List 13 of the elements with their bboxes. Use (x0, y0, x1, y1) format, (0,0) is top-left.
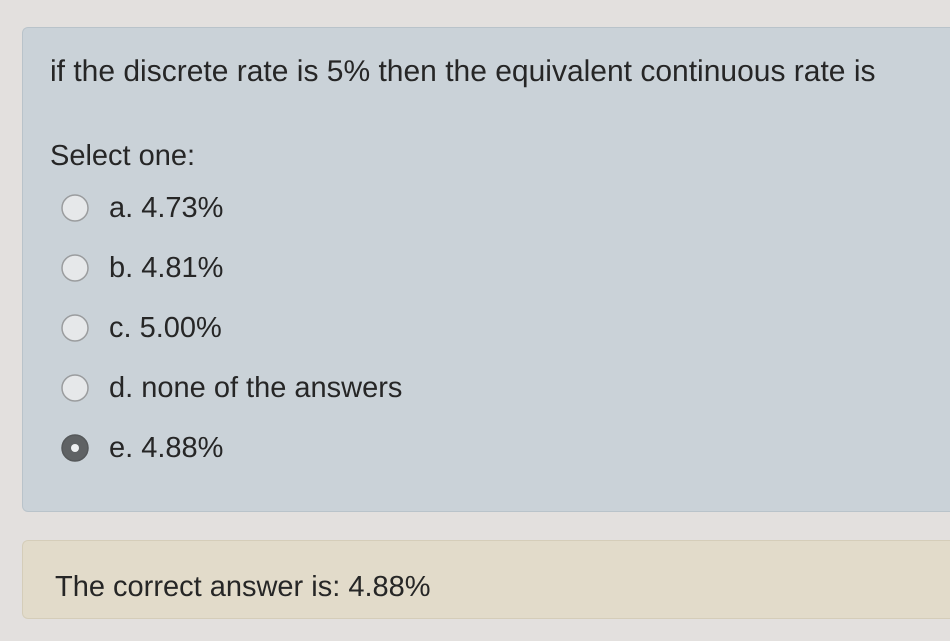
option-label[interactable]: a. 4.73% (109, 192, 224, 224)
radio-button[interactable] (61, 194, 89, 222)
prompt-text: Select one: (50, 140, 196, 172)
option-label[interactable]: d. none of the answers (109, 372, 402, 404)
question-text: if the discrete rate is 5% then the equivalent continuous rate is (50, 56, 876, 88)
radio-button[interactable] (61, 254, 89, 282)
feedback-text: The correct answer is: 4.88% (55, 571, 431, 603)
option-label[interactable]: c. 5.00% (109, 312, 222, 344)
option-label[interactable]: e. 4.88% (109, 432, 224, 464)
radio-button[interactable] (61, 314, 89, 342)
radio-button[interactable] (61, 374, 89, 402)
option-label[interactable]: b. 4.81% (109, 252, 224, 284)
radio-button[interactable] (61, 434, 89, 462)
